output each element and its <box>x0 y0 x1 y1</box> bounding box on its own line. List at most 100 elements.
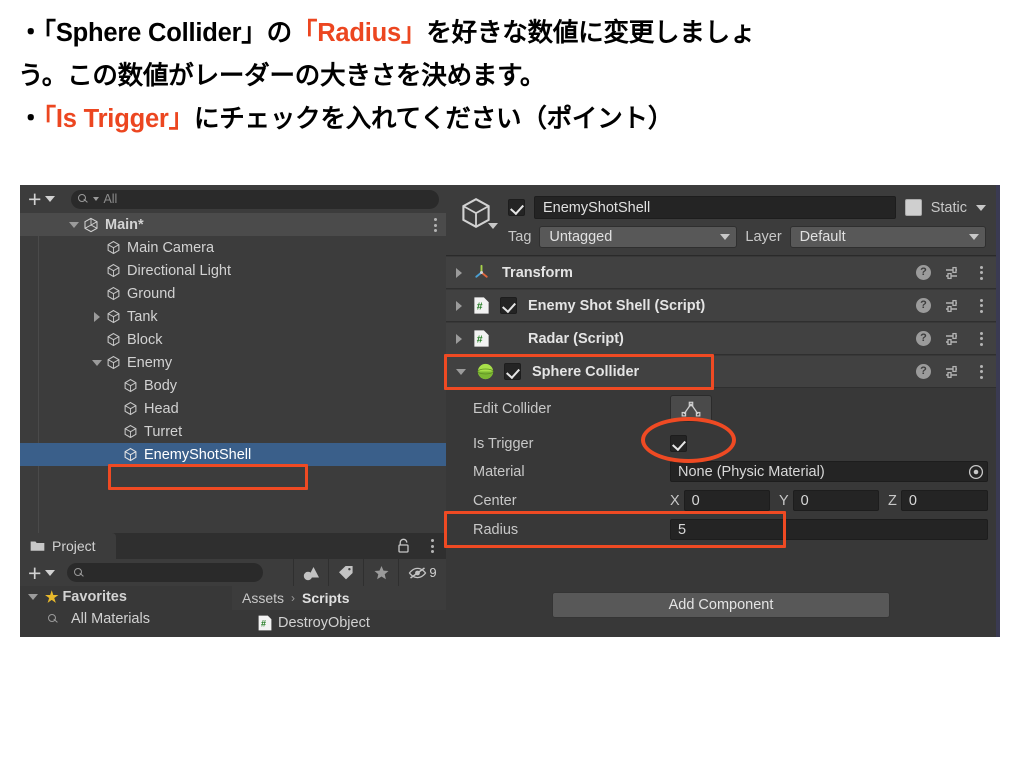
help-button[interactable]: ? <box>909 323 938 355</box>
project-toolbar: + 9 <box>20 559 446 586</box>
help-icon: ? <box>916 331 931 346</box>
component-menu-button[interactable] <box>967 323 996 355</box>
project-menu-icon[interactable] <box>431 539 434 553</box>
hierarchy-scene-menu-icon[interactable] <box>434 218 437 232</box>
hierarchy-item-label: Turret <box>144 423 183 440</box>
center-z-axis-label: Z <box>888 492 897 509</box>
project-tree-all-materials[interactable]: All Materials <box>20 608 232 630</box>
gameobject-active-checkbox[interactable] <box>508 199 525 216</box>
prefab-chevron-down-icon[interactable] <box>488 223 498 229</box>
triangle-right-icon[interactable] <box>456 267 462 278</box>
sliders-icon <box>945 365 957 378</box>
script-icon: # <box>474 297 489 314</box>
slide-line-3-bullet: ・ <box>18 105 44 133</box>
hierarchy-item-turret[interactable]: Turret <box>20 420 446 443</box>
gameobject-cube-icon <box>124 401 137 416</box>
edit-collider-label: Edit Collider <box>473 400 552 417</box>
hidden-objects-count: 9 <box>429 565 437 580</box>
center-z-group: Z 0 <box>888 490 988 511</box>
window-right-edge <box>996 185 1000 637</box>
object-picker-icon[interactable] <box>968 464 984 480</box>
hierarchy-toolbar: + All <box>20 185 446 213</box>
hierarchy-item-block[interactable]: Block <box>20 328 446 351</box>
component-menu-button[interactable] <box>967 356 996 388</box>
breadcrumb-assets[interactable]: Assets <box>242 590 284 606</box>
component-header-radar[interactable]: # Radar (Script) ? <box>446 323 996 355</box>
project-file-item[interactable]: # DestroyObject <box>232 612 446 634</box>
hierarchy-item-main-camera[interactable]: Main Camera <box>20 236 446 259</box>
project-search-input[interactable] <box>67 563 264 582</box>
edit-collider-polygon-icon <box>681 401 701 417</box>
component-header-sphere-collider[interactable]: Sphere Collider ? <box>446 356 996 388</box>
component-menu-button[interactable] <box>967 257 996 289</box>
material-object-field[interactable]: None (Physic Material) <box>670 461 988 482</box>
center-x-input[interactable]: 0 <box>683 490 770 511</box>
hierarchy-item-body[interactable]: Body <box>20 374 446 397</box>
hierarchy-item-ground[interactable]: Ground <box>20 282 446 305</box>
component-menu-button[interactable] <box>967 290 996 322</box>
gameobject-name-row: EnemyShotShell Static <box>508 196 986 219</box>
component-header-transform[interactable]: Transform ? <box>446 257 996 289</box>
hierarchy-scene-row[interactable]: Main* <box>20 213 446 236</box>
hierarchy-item-label: Head <box>144 400 179 417</box>
add-component-button[interactable]: Add Component <box>552 592 890 618</box>
edit-collider-button[interactable] <box>670 395 712 422</box>
component-enabled-checkbox[interactable] <box>500 297 517 314</box>
slide-line-1-part-c: を好きな数値に変更しましょ <box>426 19 756 47</box>
lock-icon[interactable] <box>397 538 410 553</box>
tag-dropdown[interactable]: Untagged <box>539 226 738 248</box>
help-button[interactable]: ? <box>909 290 938 322</box>
project-create-button[interactable]: + <box>25 561 58 584</box>
hierarchy-item-enemy[interactable]: Enemy <box>20 351 446 374</box>
tab-project[interactable]: Project <box>20 533 116 559</box>
static-chevron-down-icon[interactable] <box>976 204 986 211</box>
triangle-right-icon[interactable] <box>456 333 462 344</box>
center-x-value: 0 <box>691 492 700 509</box>
radius-input[interactable]: 5 <box>670 519 988 540</box>
preset-button[interactable] <box>938 290 967 322</box>
preset-button[interactable] <box>938 257 967 289</box>
breadcrumb-scripts[interactable]: Scripts <box>302 590 349 606</box>
center-y-input[interactable]: 0 <box>792 490 879 511</box>
is-trigger-checkbox[interactable] <box>670 435 687 452</box>
center-z-input[interactable]: 0 <box>900 490 988 511</box>
gameobject-cube-icon <box>124 378 137 393</box>
filter-by-type-button[interactable] <box>293 559 328 586</box>
component-enabled-checkbox[interactable] <box>504 363 521 380</box>
star-icon <box>374 565 388 579</box>
preset-button[interactable] <box>938 323 967 355</box>
tank-expand-toggle[interactable] <box>89 311 105 322</box>
gameobject-cube-icon <box>107 263 120 278</box>
component-title: Sphere Collider <box>532 363 640 380</box>
plus-icon: + <box>28 186 42 212</box>
slide-line-2: う。この数値がレーダーの大きさを決めます。 <box>18 62 546 90</box>
gameobject-cube-icon <box>107 355 120 370</box>
hierarchy-search-input[interactable]: All <box>71 189 439 209</box>
hierarchy-item-enemyshotshell[interactable]: EnemyShotShell <box>20 443 446 466</box>
hierarchy-item-tank[interactable]: Tank <box>20 305 446 328</box>
hierarchy-item-label: Directional Light <box>127 262 231 279</box>
chevron-down-icon <box>45 569 56 576</box>
property-row-center: Center X 0 Y 0 Z 0 <box>446 486 996 515</box>
hierarchy-item-head[interactable]: Head <box>20 397 446 420</box>
folder-icon <box>30 541 45 551</box>
layer-dropdown[interactable]: Default <box>789 226 986 248</box>
preset-button[interactable] <box>938 356 967 388</box>
gameobject-name-input[interactable]: EnemyShotShell <box>534 196 896 219</box>
hierarchy-item-directional-light[interactable]: Directional Light <box>20 259 446 282</box>
filter-by-label-button[interactable] <box>328 559 363 586</box>
triangle-down-icon <box>69 221 79 228</box>
enemy-expand-toggle[interactable] <box>89 359 105 366</box>
hidden-objects-toggle[interactable]: 9 <box>398 559 446 586</box>
project-tree-favorites[interactable]: ★ Favorites <box>20 586 232 608</box>
filter-by-favorite-button[interactable] <box>363 559 398 586</box>
triangle-down-icon[interactable] <box>456 368 466 375</box>
help-button[interactable]: ? <box>909 356 938 388</box>
hierarchy-create-button[interactable]: + <box>25 186 58 212</box>
scene-expand-toggle[interactable] <box>66 221 82 228</box>
static-checkbox[interactable] <box>904 199 922 216</box>
triangle-right-icon[interactable] <box>456 300 462 311</box>
help-button[interactable]: ? <box>909 257 938 289</box>
component-header-enemy-shot-shell[interactable]: # Enemy Shot Shell (Script) ? <box>446 290 996 322</box>
triangle-right-icon <box>94 311 100 322</box>
